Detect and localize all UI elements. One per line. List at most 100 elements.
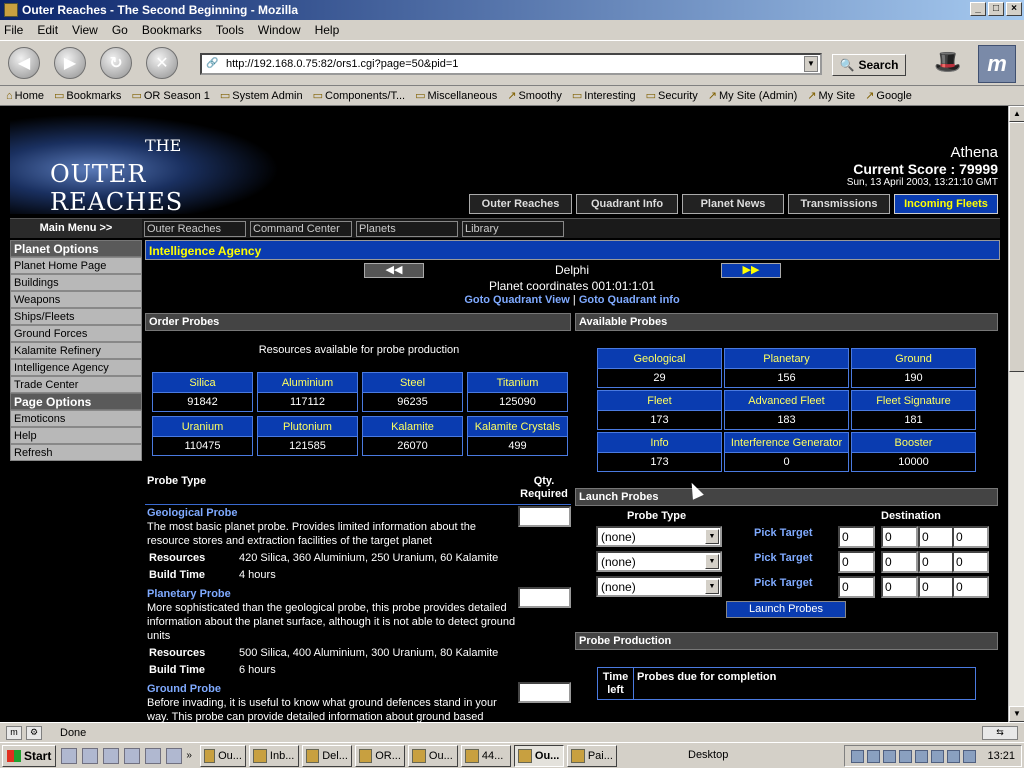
- bookmark-my-site-admin[interactable]: ↗ My Site (Admin): [708, 89, 797, 102]
- sidebar-item-refresh[interactable]: Refresh: [10, 444, 142, 461]
- bookmark-folder-system-admin[interactable]: ▭ System Admin: [220, 89, 303, 102]
- close-button[interactable]: ×: [1006, 2, 1022, 16]
- task-button[interactable]: OR...: [354, 744, 405, 767]
- sidebar-item-ships-fleets[interactable]: Ships/Fleets: [10, 308, 142, 325]
- taskbar-clock[interactable]: 13:21: [987, 750, 1015, 762]
- url-input[interactable]: 🔗 http://192.168.0.75:82/ors1.cgi?page=5…: [200, 53, 822, 75]
- outer-reaches-logo[interactable]: THE OUTER REACHES: [10, 114, 280, 216]
- bookmark-folder-security[interactable]: ▭ Security: [646, 89, 698, 102]
- sidebar-item-ground-forces[interactable]: Ground Forces: [10, 325, 142, 342]
- tab-outer-reaches[interactable]: Outer Reaches: [469, 194, 572, 214]
- task-button[interactable]: 44...: [460, 744, 511, 767]
- stop-button[interactable]: ✕: [146, 47, 178, 79]
- bookmark-smoothy[interactable]: ↗ Smoothy: [507, 89, 562, 102]
- dest-coord-input[interactable]: 0: [838, 551, 875, 573]
- maximize-button[interactable]: □: [988, 2, 1004, 16]
- bookmark-folder-bookmarks[interactable]: ▭ Bookmarks: [54, 89, 121, 102]
- tray-app-icon[interactable]: [867, 749, 881, 763]
- tray-app-icon[interactable]: [851, 749, 865, 763]
- quicklaunch-opera-icon[interactable]: [145, 747, 162, 764]
- mozilla-status-icon[interactable]: m: [6, 726, 22, 740]
- bookmark-folder-miscellaneous[interactable]: ▭ Miscellaneous: [415, 89, 497, 102]
- dest-coord-input[interactable]: 0: [881, 526, 918, 548]
- probe-name[interactable]: Planetary Probe: [147, 587, 517, 601]
- tray-app-icon[interactable]: [915, 749, 929, 763]
- dest-coord-input[interactable]: 0: [838, 576, 875, 598]
- sidebar-item-weapons[interactable]: Weapons: [10, 291, 142, 308]
- url-dropdown-button[interactable]: ▼: [804, 56, 818, 72]
- reload-button[interactable]: ↻: [100, 47, 132, 79]
- tab-transmissions[interactable]: Transmissions: [788, 194, 890, 214]
- dest-coord-input[interactable]: 0: [918, 576, 955, 598]
- menu-tools[interactable]: Tools: [216, 23, 244, 37]
- goto-quadrant-view-link[interactable]: Goto Quadrant View: [464, 294, 570, 306]
- task-button-active[interactable]: Ou...: [513, 744, 564, 767]
- pick-target-link-3[interactable]: Pick Target: [754, 577, 813, 589]
- menu-bookmarks[interactable]: Bookmarks: [142, 23, 202, 37]
- quicklaunch-explorer-icon[interactable]: [61, 747, 78, 764]
- tray-network-icon[interactable]: [963, 749, 977, 763]
- menu-help[interactable]: Help: [315, 23, 340, 37]
- tray-app-icon[interactable]: [931, 749, 945, 763]
- dest-coord-input[interactable]: 0: [881, 576, 918, 598]
- dest-coord-input[interactable]: 0: [918, 526, 955, 548]
- tray-app-icon[interactable]: [883, 749, 897, 763]
- tab-planet-news[interactable]: Planet News: [682, 194, 784, 214]
- bookmark-folder-or-season[interactable]: ▭ OR Season 1: [131, 89, 209, 102]
- dest-coord-input[interactable]: 0: [952, 526, 989, 548]
- probe-name[interactable]: Ground Probe: [147, 682, 517, 696]
- tab-incoming-fleets[interactable]: Incoming Fleets: [894, 194, 998, 214]
- quicklaunch-app-icon[interactable]: [103, 747, 120, 764]
- menu-command-center[interactable]: Command Center: [250, 221, 352, 237]
- mozilla-throbber-icon[interactable]: m: [978, 45, 1016, 83]
- task-button[interactable]: Inb...: [248, 744, 299, 767]
- quicklaunch-media-icon[interactable]: [166, 747, 183, 764]
- probe-type-select-3[interactable]: (none) ▼: [596, 576, 722, 597]
- bookmark-my-site[interactable]: ↗ My Site: [807, 89, 855, 102]
- forward-button[interactable]: ▶: [54, 47, 86, 79]
- sidebar-item-planet-home[interactable]: Planet Home Page: [10, 257, 142, 274]
- scroll-up-icon[interactable]: ▲: [1009, 106, 1024, 122]
- menu-planets[interactable]: Planets: [356, 221, 458, 237]
- task-button[interactable]: Ou...: [407, 744, 458, 767]
- sidebar-item-kalamite-refinery[interactable]: Kalamite Refinery: [10, 342, 142, 359]
- scroll-down-icon[interactable]: ▼: [1009, 706, 1024, 722]
- menu-file[interactable]: File: [4, 23, 23, 37]
- main-menu-label[interactable]: Main Menu >>: [10, 219, 142, 238]
- tray-app-icon[interactable]: [899, 749, 913, 763]
- task-button[interactable]: Pai...: [566, 744, 617, 767]
- task-button[interactable]: Del...: [301, 744, 352, 767]
- tray-volume-icon[interactable]: [947, 749, 961, 763]
- launch-probes-button[interactable]: Launch Probes: [726, 601, 846, 618]
- start-button[interactable]: Start: [2, 744, 57, 767]
- quicklaunch-tool-icon[interactable]: [124, 747, 141, 764]
- qty-input-ground[interactable]: [518, 682, 571, 703]
- menu-window[interactable]: Window: [258, 23, 301, 37]
- qty-input-geological[interactable]: [518, 506, 571, 527]
- menu-go[interactable]: Go: [112, 23, 128, 37]
- goto-quadrant-info-link[interactable]: Goto Quadrant info: [579, 294, 680, 306]
- dest-coord-input[interactable]: 0: [881, 551, 918, 573]
- search-button[interactable]: 🔍 Search: [832, 54, 906, 76]
- print-hat-icon[interactable]: 🎩: [930, 49, 966, 79]
- window-titlebar[interactable]: Outer Reaches - The Second Beginning - M…: [0, 0, 1024, 20]
- bookmark-google[interactable]: ↗ Google: [865, 89, 912, 102]
- menu-outer-reaches[interactable]: Outer Reaches: [144, 221, 246, 237]
- sidebar-item-emoticons[interactable]: Emoticons: [10, 410, 142, 427]
- probe-type-select-2[interactable]: (none) ▼: [596, 551, 722, 572]
- sidebar-item-buildings[interactable]: Buildings: [10, 274, 142, 291]
- task-button[interactable]: Ou...: [199, 744, 246, 767]
- dest-coord-input[interactable]: 0: [838, 526, 875, 548]
- desktop-toolbar-label[interactable]: Desktop: [688, 749, 728, 761]
- menu-edit[interactable]: Edit: [37, 23, 58, 37]
- pick-target-link-2[interactable]: Pick Target: [754, 552, 813, 564]
- scroll-thumb[interactable]: [1009, 122, 1024, 372]
- minimize-button[interactable]: _: [970, 2, 986, 16]
- qty-input-planetary[interactable]: [518, 587, 571, 608]
- security-status-icon[interactable]: ⚙: [26, 726, 42, 740]
- tab-quadrant-info[interactable]: Quadrant Info: [576, 194, 678, 214]
- next-planet-button[interactable]: ▶▶: [721, 263, 781, 278]
- menu-library[interactable]: Library: [462, 221, 564, 237]
- previous-planet-button[interactable]: ◀◀: [364, 263, 424, 278]
- probe-name[interactable]: Geological Probe: [147, 506, 517, 520]
